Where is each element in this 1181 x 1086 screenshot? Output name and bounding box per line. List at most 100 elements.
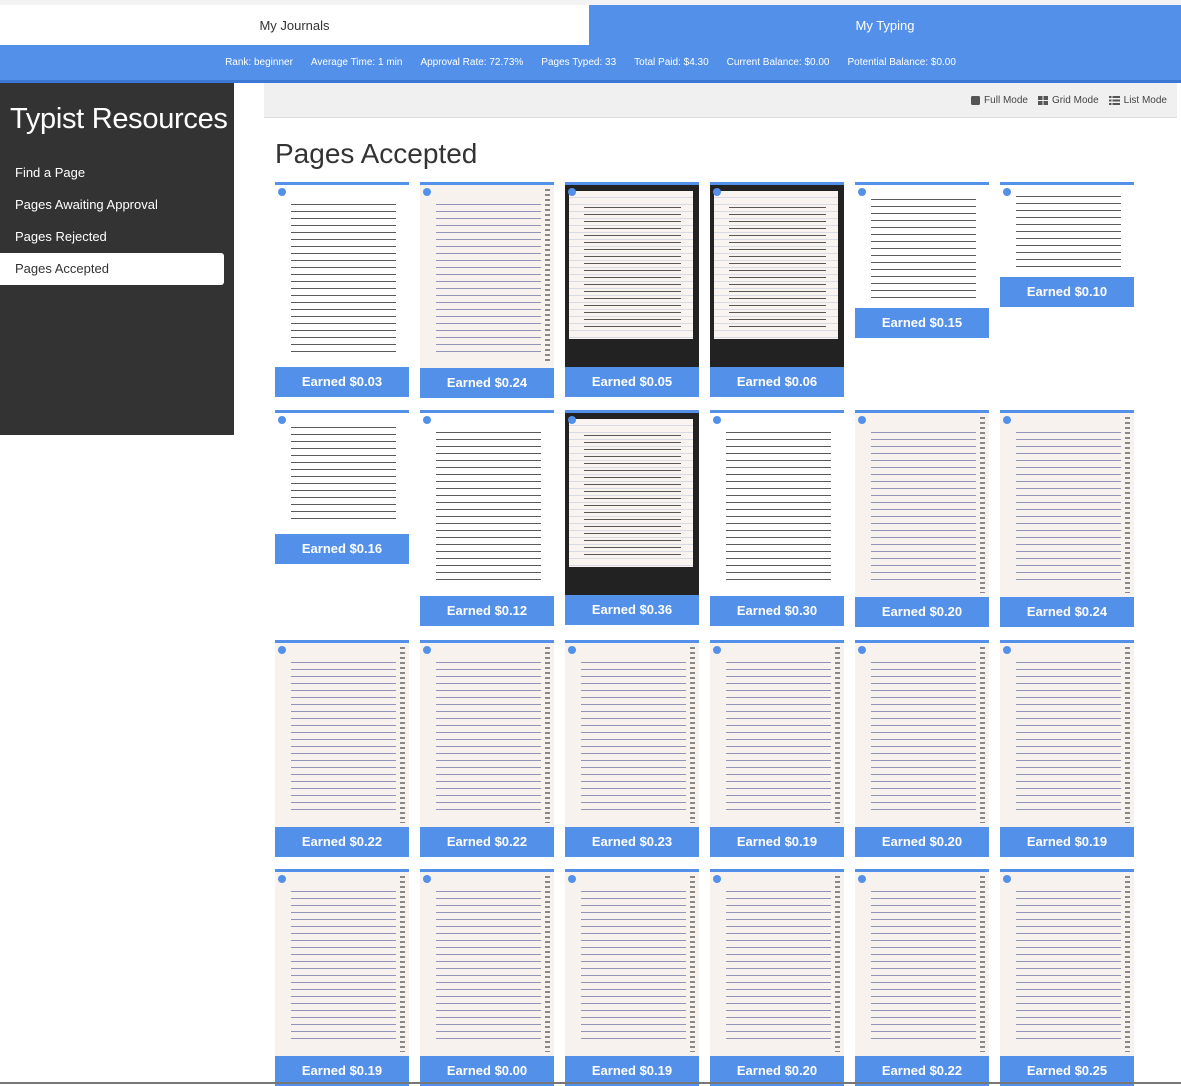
select-dot-icon[interactable] <box>858 188 866 196</box>
select-dot-icon[interactable] <box>423 646 431 654</box>
page-card[interactable]: Earned $0.15 <box>855 182 989 338</box>
handwriting <box>581 657 686 813</box>
page-card[interactable]: Earned $0.06 <box>710 182 844 397</box>
sidebar-item-find-a-page[interactable]: Find a Page <box>0 157 224 189</box>
page-thumbnail <box>565 413 699 595</box>
handwriting <box>726 427 831 582</box>
select-dot-icon[interactable] <box>568 188 576 196</box>
handwriting <box>436 427 541 582</box>
page-card[interactable]: Earned $0.22 <box>420 640 554 857</box>
page-title: Pages Accepted <box>275 138 478 169</box>
page-card[interactable]: Earned $0.00 <box>420 869 554 1086</box>
select-dot-icon[interactable] <box>568 646 576 654</box>
page-card[interactable]: Earned $0.30 <box>710 410 844 626</box>
earned-label: Earned $0.12 <box>420 596 554 626</box>
page-thumbnail <box>420 185 554 368</box>
page-thumbnail <box>710 872 844 1056</box>
spiral-binding <box>1125 647 1130 823</box>
stat-rank: Rank: beginner <box>225 57 293 68</box>
select-dot-icon[interactable] <box>713 646 721 654</box>
sidebar-item-pages-awaiting-approval[interactable]: Pages Awaiting Approval <box>0 189 224 221</box>
stat-total-paid: Total Paid: $4.30 <box>634 57 709 68</box>
select-dot-icon[interactable] <box>713 875 721 883</box>
select-dot-icon[interactable] <box>278 188 286 196</box>
sidebar: Typist Resources Find a Page Pages Await… <box>0 83 234 435</box>
select-dot-icon[interactable] <box>568 416 576 424</box>
earned-label: Earned $0.19 <box>710 827 844 857</box>
page-card[interactable]: Earned $0.24 <box>420 182 554 398</box>
handwriting <box>291 886 396 1042</box>
page-card[interactable]: Earned $0.20 <box>710 869 844 1086</box>
page-thumbnail <box>275 413 409 534</box>
select-dot-icon[interactable] <box>858 875 866 883</box>
select-dot-icon[interactable] <box>278 875 286 883</box>
grid-mode-button[interactable]: Grid Mode <box>1037 95 1099 106</box>
select-dot-icon[interactable] <box>1003 188 1011 196</box>
page-card[interactable]: Earned $0.23 <box>565 640 699 857</box>
stat-potential-balance: Potential Balance: $0.00 <box>847 57 956 68</box>
select-dot-icon[interactable] <box>858 646 866 654</box>
spiral-binding <box>980 876 985 1052</box>
full-mode-button[interactable]: Full Mode <box>971 95 1028 106</box>
page-card[interactable]: Earned $0.20 <box>855 410 989 627</box>
page-thumbnail <box>710 185 844 367</box>
handwriting <box>726 657 831 813</box>
tab-my-journals[interactable]: My Journals <box>0 5 589 45</box>
page-thumbnail <box>1000 185 1134 277</box>
list-mode-button[interactable]: List Mode <box>1108 94 1167 106</box>
page-card[interactable]: Earned $0.24 <box>1000 410 1134 627</box>
page-card[interactable]: Earned $0.12 <box>420 410 554 626</box>
sidebar-title: Typist Resources <box>10 103 228 135</box>
select-dot-icon[interactable] <box>713 416 721 424</box>
page-thumbnail <box>855 185 989 308</box>
spiral-binding <box>980 417 985 593</box>
page-card[interactable]: Earned $0.22 <box>275 640 409 857</box>
select-dot-icon[interactable] <box>1003 646 1011 654</box>
page-thumbnail <box>1000 872 1134 1056</box>
page-card[interactable]: Earned $0.05 <box>565 182 699 397</box>
page-card[interactable]: Earned $0.10 <box>1000 182 1134 307</box>
earned-label: Earned $0.06 <box>710 367 844 397</box>
earned-label: Earned $0.36 <box>565 595 699 625</box>
tab-my-typing[interactable]: My Typing <box>589 5 1181 45</box>
sidebar-item-pages-rejected[interactable]: Pages Rejected <box>0 221 224 253</box>
earned-label: Earned $0.03 <box>275 367 409 397</box>
earned-label: Earned $0.15 <box>855 308 989 338</box>
select-dot-icon[interactable] <box>858 416 866 424</box>
paper-sheet <box>569 419 693 567</box>
page-card[interactable]: Earned $0.20 <box>855 640 989 857</box>
page-thumbnail <box>565 185 699 367</box>
page-card[interactable]: Earned $0.16 <box>275 410 409 564</box>
page-thumbnail <box>855 413 989 597</box>
select-dot-icon[interactable] <box>423 875 431 883</box>
spiral-binding <box>1125 876 1130 1052</box>
select-dot-icon[interactable] <box>1003 416 1011 424</box>
page-card[interactable]: Earned $0.36 <box>565 410 699 625</box>
list-mode-label: List Mode <box>1123 94 1167 106</box>
select-dot-icon[interactable] <box>568 875 576 883</box>
square-icon <box>971 95 981 105</box>
page-card[interactable]: Earned $0.03 <box>275 182 409 397</box>
page-card[interactable]: Earned $0.19 <box>1000 640 1134 857</box>
handwriting <box>291 657 396 813</box>
sidebar-item-pages-accepted[interactable]: Pages Accepted <box>0 253 224 285</box>
select-dot-icon[interactable] <box>423 188 431 196</box>
select-dot-icon[interactable] <box>278 416 286 424</box>
select-dot-icon[interactable] <box>278 646 286 654</box>
page-thumbnail <box>275 872 409 1056</box>
select-dot-icon[interactable] <box>713 188 721 196</box>
page-thumbnail <box>1000 413 1134 597</box>
handwriting <box>871 194 976 299</box>
page-card[interactable]: Earned $0.19 <box>275 869 409 1086</box>
page-card[interactable]: Earned $0.22 <box>855 869 989 1086</box>
select-dot-icon[interactable] <box>1003 875 1011 883</box>
spiral-binding <box>980 647 985 823</box>
select-dot-icon[interactable] <box>423 416 431 424</box>
earned-label: Earned $0.19 <box>1000 827 1134 857</box>
page-card[interactable]: Earned $0.19 <box>565 869 699 1086</box>
page-thumbnail <box>710 643 844 827</box>
earned-label: Earned $0.16 <box>275 534 409 564</box>
page-card[interactable]: Earned $0.19 <box>710 640 844 857</box>
handwriting <box>581 886 686 1042</box>
page-card[interactable]: Earned $0.25 <box>1000 869 1134 1086</box>
